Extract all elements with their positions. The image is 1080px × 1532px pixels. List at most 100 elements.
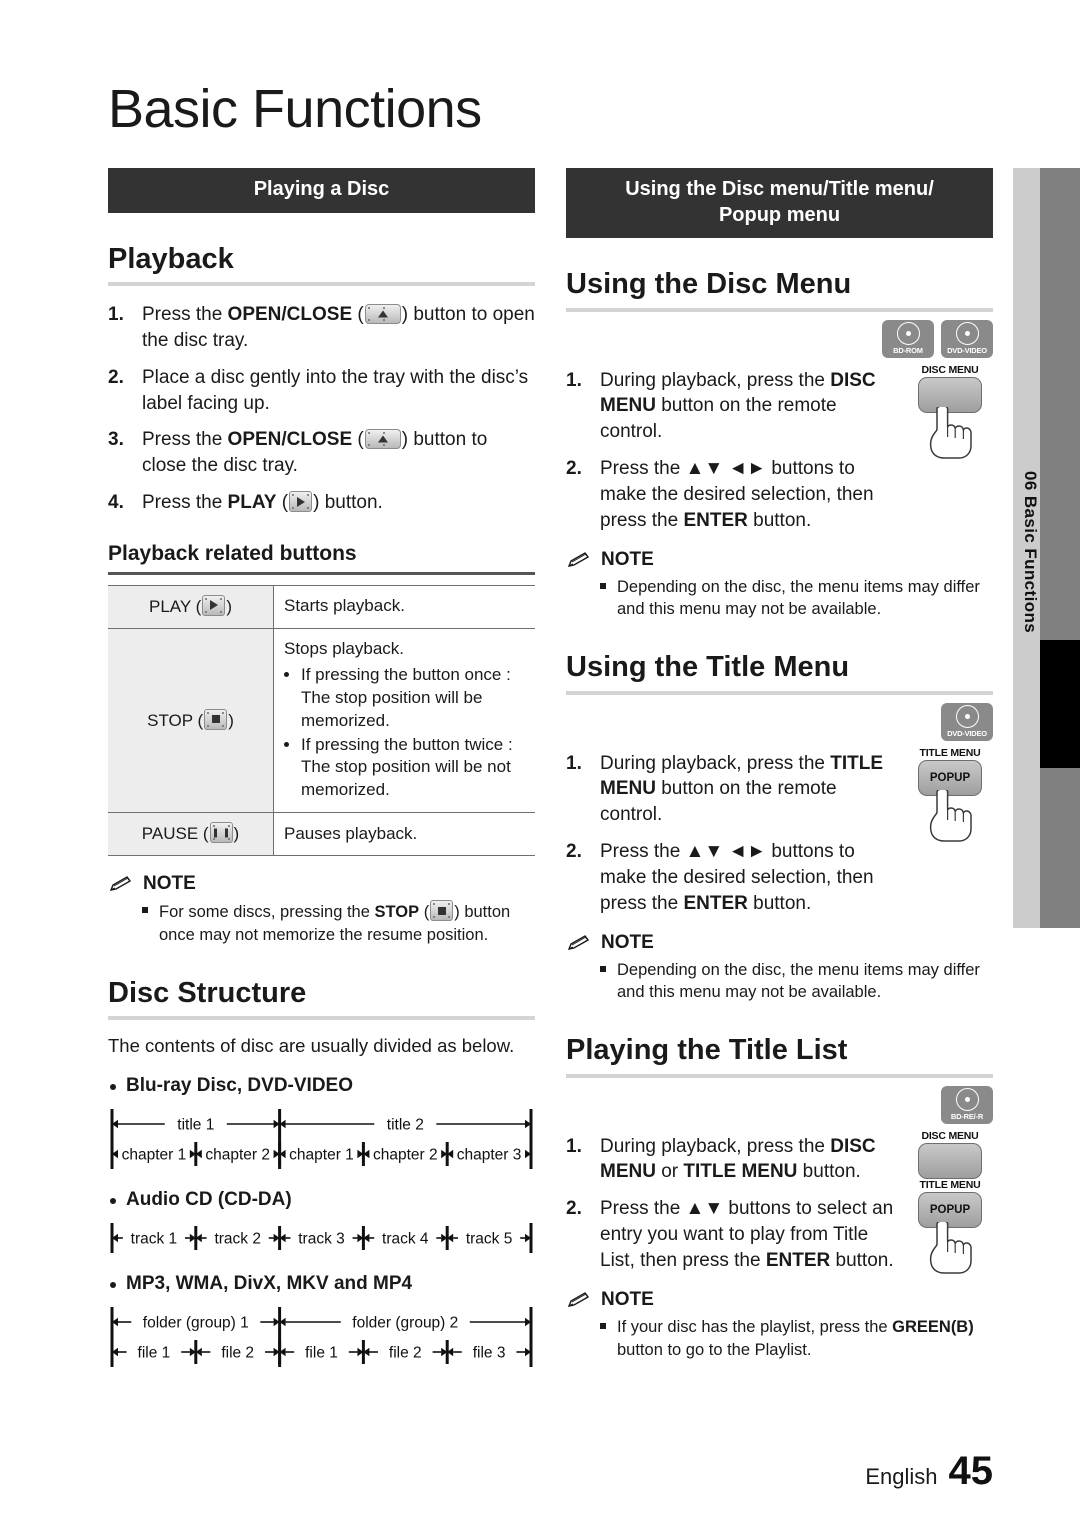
heading-playback-related-buttons: Playback related buttons [108,541,357,565]
section-body: 1. During playback, press the DISC MENU o… [566,1128,993,1285]
media-badge-label: DVD-VIDEO [947,729,987,739]
note-header: NOTE [566,932,993,954]
section-body: 1. During playback, press the DISC MENU b… [566,362,993,545]
row-key: PAUSE () [108,812,274,857]
page-title: Basic Functions [108,79,482,139]
step-text: Press the OPEN/CLOSE () button to open t… [142,304,535,351]
manual-section: Using the Title Menu DVD-VIDEO 1. During pl… [566,651,993,1004]
note-label: NOTE [601,548,654,570]
disc-group: Blu-ray Disc, DVD-VIDEO title 1 title 2 cha… [108,1075,535,1173]
step-number: 2. [566,458,582,480]
subheading-rule [108,571,535,575]
section-heading: Using the Title Menu [566,651,850,684]
section-steps: 1. During playback, press the TITLE MENU … [566,751,899,917]
playback-buttons-table: PLAY () Starts playback. STOP () Stops play… [108,584,535,857]
step: 2. Press the ▲▼ ◄► buttons to make the de… [566,839,899,916]
section-steps: 1. During playback, press the DISC MENU b… [566,368,899,534]
svg-text:file 1: file 1 [305,1345,338,1362]
media-badges: BD-RE/-R [566,1085,993,1124]
row-key: STOP () [108,627,274,814]
heading-rule [566,1073,993,1078]
section-steps-wrap: 1. During playback, press the DISC MENU b… [566,362,899,545]
stop-glyph [204,708,228,730]
disc-group-label: MP3, WMA, DivX, MKV and MP4 [108,1273,535,1295]
svg-text:track 5: track 5 [466,1231,513,1248]
pointing-hand-icon [929,789,972,842]
step: 1. During playback, press the DISC MENU o… [566,1134,899,1186]
note-item: Depending on the disc, the menu items ma… [600,959,993,1005]
open-close-glyph [364,429,401,450]
pointing-hand-icon [929,1221,972,1274]
remote-key-title-menu: TITLE MENU POPUP [907,1179,993,1274]
right-sections: Using the Disc Menu BD-ROM DVD-VIDEO 1. Duri… [566,268,993,1361]
banner-line-2: Popup menu [718,203,841,226]
svg-text:chapter 2: chapter 2 [205,1147,270,1164]
play-glyph [289,491,313,513]
note-items: Depending on the disc, the menu items ma… [600,576,993,622]
media-badges: DVD-VIDEO [566,702,993,741]
table-row: PLAY () Starts playback. [108,584,535,629]
structure-diagram: title 1 title 2 chapter 1 chapter 2 chapter … [110,1109,533,1170]
structure-diagram: folder (group) 1 folder (group) 2 file 1 fi… [110,1307,533,1368]
disc-group-diagram: track 1 track 2 track 3 track 4 track 5 [108,1219,535,1257]
footer-page-number: 45 [948,1449,994,1493]
heading-rule [108,282,535,287]
step: 4. Press the PLAY () button. [108,490,535,516]
svg-text:track 4: track 4 [382,1231,429,1248]
manual-section: Playing the Title List BD-RE/-R 1. During p… [566,1034,993,1361]
disc-group-label: Audio CD (CD-DA) [108,1189,535,1211]
svg-text:file 2: file 2 [389,1345,422,1362]
svg-text:folder (group) 1: folder (group) 1 [143,1315,249,1332]
pencil-icon [567,551,590,567]
note-items: If your disc has the playlist, press the… [600,1316,993,1362]
note-items: Depending on the disc, the menu items ma… [600,959,993,1005]
note-block: NOTE Depending on the disc, the menu item… [566,932,993,1005]
remote-key-label: DISC MENU [921,363,979,376]
step-text: During playback, press the DISC MENU but… [600,369,876,443]
note-block: NOTE If your disc has the playlist, press… [566,1289,993,1362]
disc-group: MP3, WMA, DivX, MKV and MP4 folder (group… [108,1273,535,1371]
svg-text:chapter 1: chapter 1 [289,1147,354,1164]
structure-diagram: track 1 track 2 track 3 track 4 track 5 [110,1223,533,1254]
step: 1. During playback, press the TITLE MENU … [566,751,899,828]
step-text: During playback, press the TITLE MENU bu… [600,752,884,826]
step-number: 2. [566,841,582,863]
media-badge-label: DVD-VIDEO [947,346,987,356]
remote-keys: TITLE MENU POPUP [907,745,993,928]
step-text: Press the ▲▼ buttons to select an entry … [600,1198,894,1271]
heading-disc-structure: Disc Structure [108,976,307,1009]
svg-text:track 1: track 1 [131,1231,178,1248]
pause-glyph [209,822,233,844]
svg-text:chapter 3: chapter 3 [457,1147,522,1164]
section-heading: Playing the Title List [566,1034,848,1067]
note-items: For some discs, pressing the STOP () but… [142,900,535,947]
row-description: Pauses playback. [284,823,418,843]
remote-key-label: TITLE MENU [919,1178,981,1191]
section-steps: 1. During playback, press the DISC MENU o… [566,1134,899,1274]
row-bullet: If pressing the button once : The stop p… [301,664,525,733]
note-item: For some discs, pressing the STOP () but… [142,900,535,947]
manual-section: Using the Disc Menu BD-ROM DVD-VIDEO 1. Duri… [566,268,993,621]
svg-text:title 2: title 2 [387,1117,424,1134]
note-item: If your disc has the playlist, press the… [600,1316,993,1362]
disc-icon [955,322,979,346]
step: 2. Press the ▲▼ buttons to select an entr… [566,1196,899,1273]
pencil-icon [109,876,132,892]
svg-text:file 3: file 3 [473,1345,506,1362]
note-header: NOTE [108,873,535,895]
section-steps-wrap: 1. During playback, press the TITLE MENU … [566,745,899,928]
svg-text:chapter 1: chapter 1 [122,1147,187,1164]
table-row: STOP () Stops playback. If pressing the bu… [108,627,535,814]
step-number: 2. [566,1198,582,1220]
footer-language: English [865,1464,938,1489]
heading-playback: Playback [108,242,234,275]
disc-structure-lead: The contents of disc are usually divided… [108,1035,515,1057]
step: 2. Place a disc gently into the tray with… [108,365,535,417]
svg-text:file 1: file 1 [138,1345,171,1362]
disc-icon [896,322,920,346]
disc-group-label: Blu-ray Disc, DVD-VIDEO [108,1075,535,1097]
note-item: Depending on the disc, the menu items ma… [600,576,993,622]
pencil-icon [567,934,590,950]
open-close-glyph [364,304,401,325]
svg-text:chapter 2: chapter 2 [373,1147,438,1164]
